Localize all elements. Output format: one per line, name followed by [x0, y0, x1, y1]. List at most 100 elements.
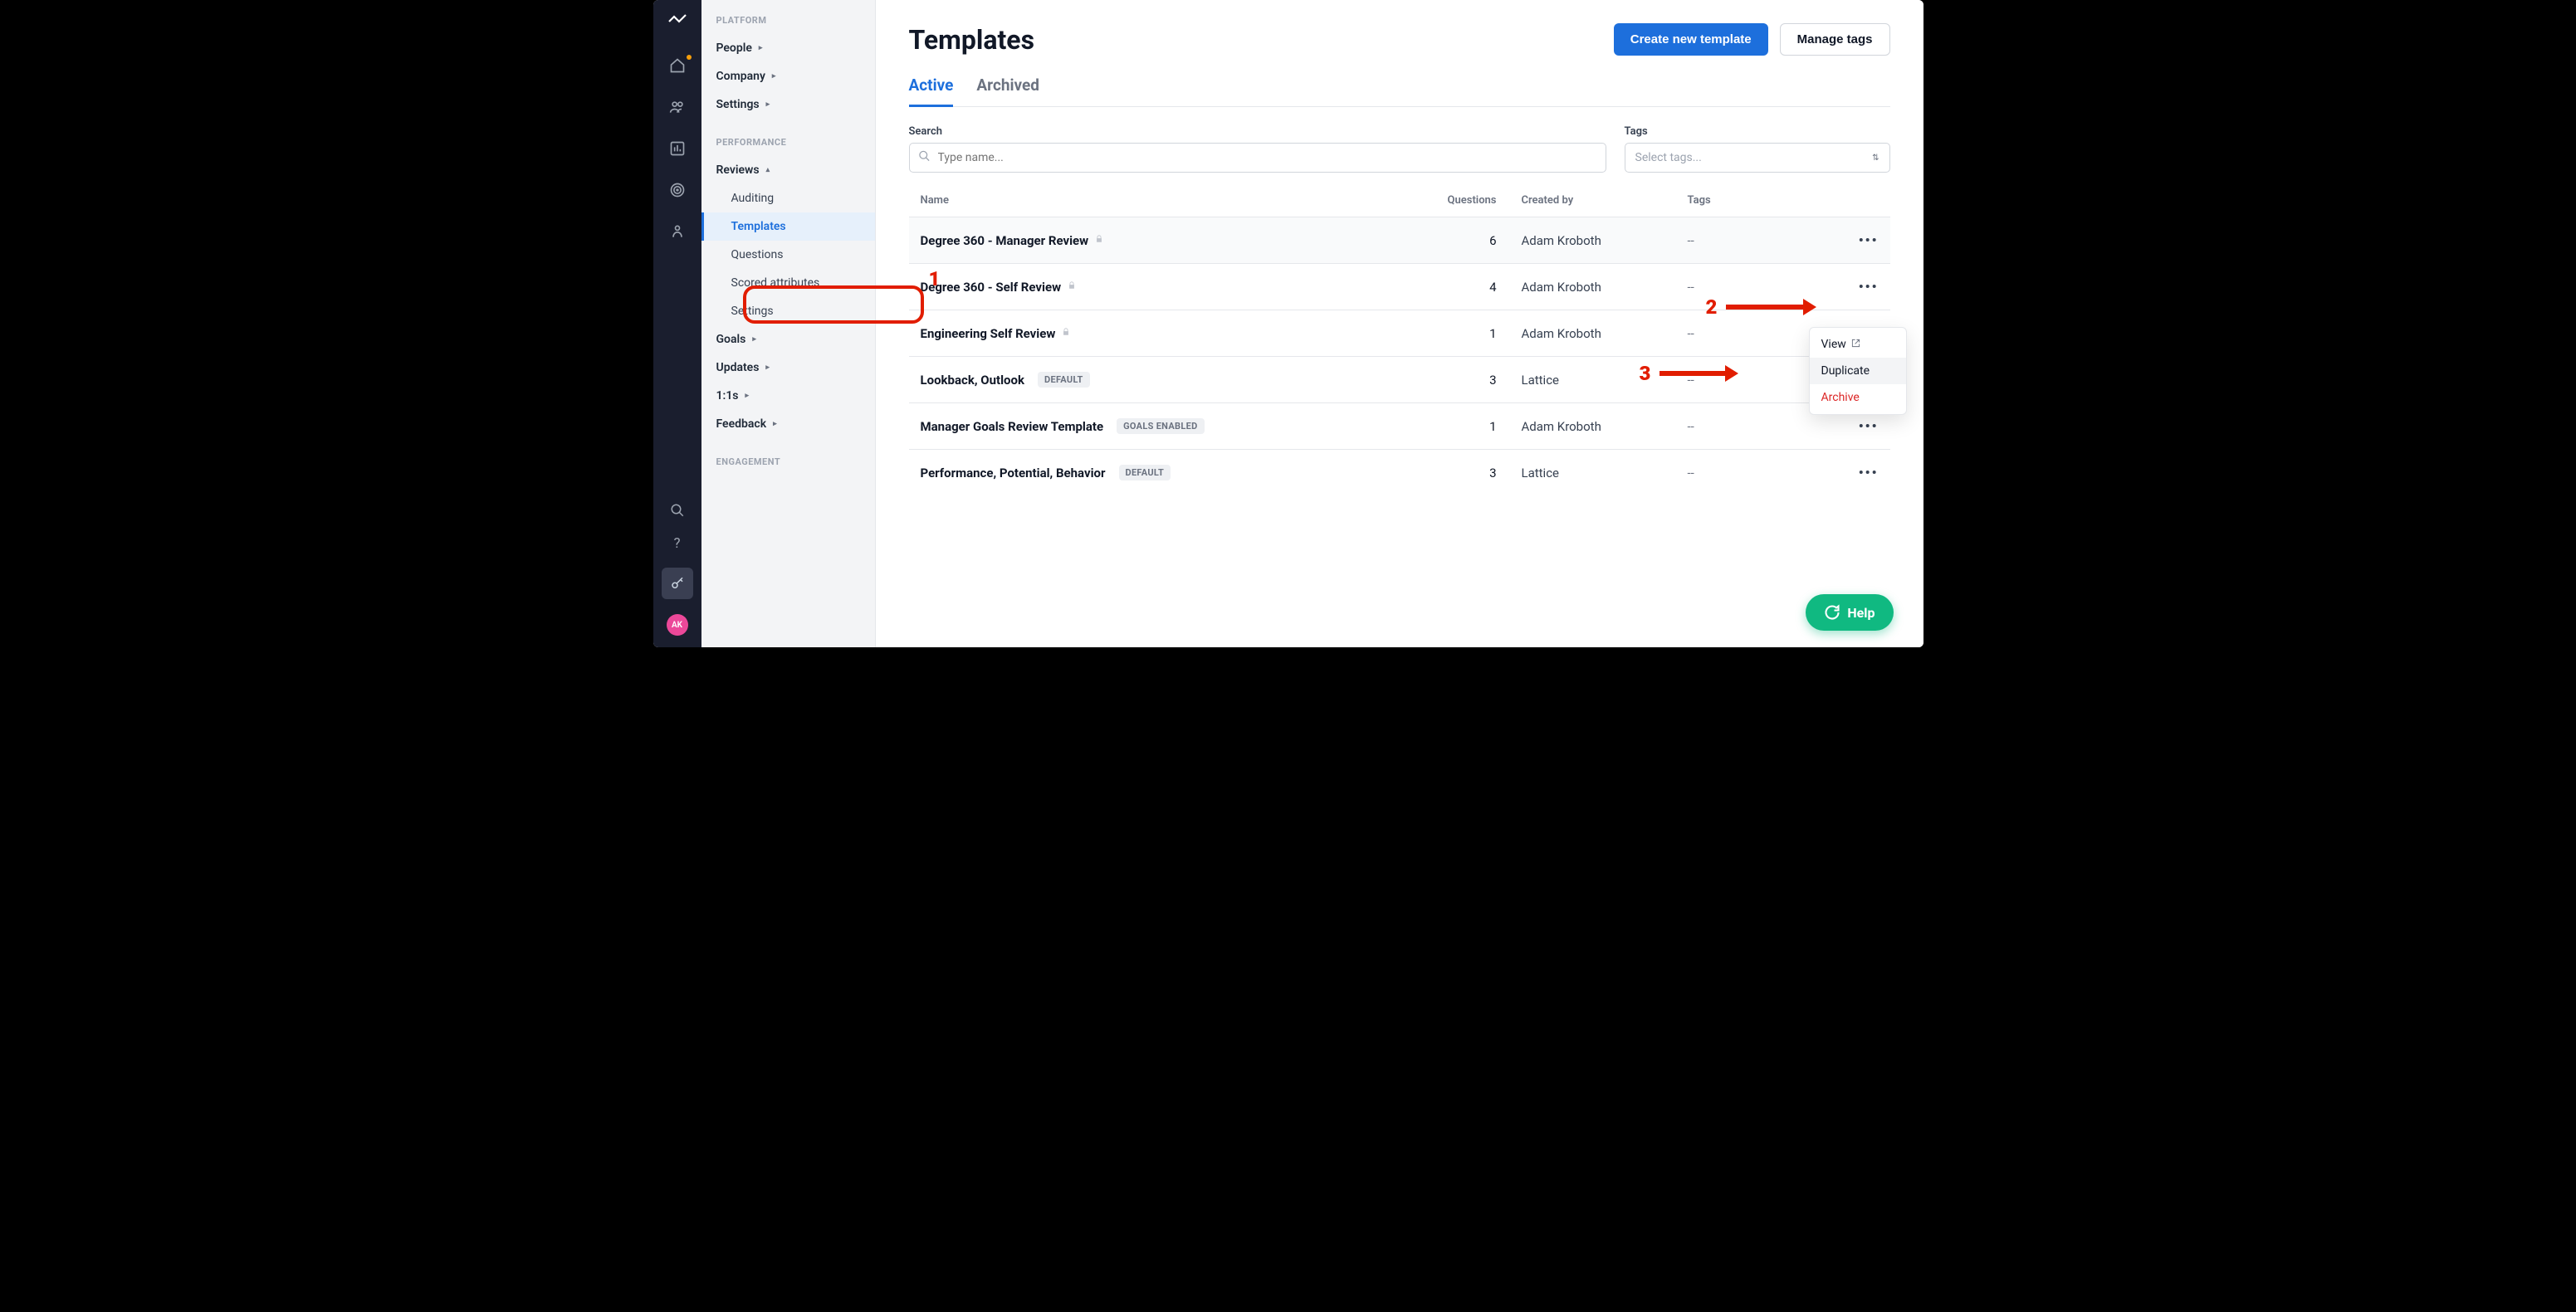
col-questions: Questions — [1422, 194, 1522, 207]
help-label: Help — [1847, 605, 1875, 621]
table-row[interactable]: Manager Goals Review TemplateGOALS ENABL… — [909, 402, 1890, 449]
col-tags: Tags — [1688, 194, 1829, 207]
lock-icon — [1062, 328, 1070, 339]
nav-reviews[interactable]: Reviews▴ — [701, 156, 875, 184]
tags-placeholder: Select tags... — [1635, 151, 1702, 164]
wellness-icon[interactable] — [668, 222, 687, 241]
caret-icon: ▸ — [773, 420, 777, 428]
caret-icon: ▸ — [745, 392, 750, 400]
question-count: 3 — [1422, 373, 1522, 388]
template-name: Lookback, OutlookDEFAULT — [921, 372, 1422, 388]
created-by: Adam Kroboth — [1522, 280, 1688, 295]
question-count: 1 — [1422, 326, 1522, 341]
nav-updates[interactable]: Updates▸ — [701, 354, 875, 382]
tab-archived[interactable]: Archived — [976, 76, 1039, 106]
template-badge: DEFAULT — [1119, 465, 1171, 480]
table-header: Name Questions Created by Tags — [909, 184, 1890, 217]
target-icon[interactable] — [668, 181, 687, 199]
row-more-button[interactable]: ••• — [1829, 232, 1879, 248]
tags-select[interactable]: Select tags... ⇅ — [1625, 143, 1890, 173]
user-avatar[interactable]: AK — [667, 614, 688, 636]
admin-key-icon[interactable] — [662, 568, 693, 599]
col-created-by: Created by — [1522, 194, 1688, 207]
dropdown-view[interactable]: View — [1810, 331, 1906, 358]
page-header: Templates Create new template Manage tag… — [909, 23, 1890, 56]
help-button[interactable]: Help — [1806, 594, 1893, 631]
caret-up-icon: ▴ — [766, 166, 770, 174]
created-by: Adam Kroboth — [1522, 419, 1688, 434]
page-title: Templates — [909, 24, 1035, 56]
section-header-engagement: ENGAGEMENT — [701, 456, 875, 476]
sub-questions[interactable]: Questions — [701, 241, 875, 269]
caret-icon: ▸ — [766, 100, 770, 109]
search-label: Search — [909, 125, 1606, 138]
sub-templates[interactable]: Templates — [701, 212, 875, 241]
table-row[interactable]: Degree 360 - Manager Review6Adam Kroboth… — [909, 217, 1890, 263]
filter-search: Search — [909, 125, 1606, 173]
created-by: Adam Kroboth — [1522, 233, 1688, 248]
nav-goals[interactable]: Goals▸ — [701, 325, 875, 354]
tags-label: Tags — [1625, 125, 1890, 138]
nav-1-1s[interactable]: 1:1s▸ — [701, 382, 875, 410]
help-icon[interactable]: ? — [668, 534, 687, 553]
table-row[interactable]: Degree 360 - Self Review4Adam Kroboth--•… — [909, 263, 1890, 310]
tags-cell: -- — [1688, 280, 1829, 295]
row-more-button[interactable]: ••• — [1829, 418, 1879, 434]
sub-scored-attributes[interactable]: Scored attributes — [701, 269, 875, 297]
nav-company[interactable]: Company▸ — [701, 62, 875, 90]
dropdown-archive[interactable]: Archive — [1810, 384, 1906, 411]
caret-icon: ▸ — [759, 44, 763, 52]
col-name: Name — [921, 194, 1422, 207]
template-badge: GOALS ENABLED — [1117, 418, 1204, 434]
sub-auditing[interactable]: Auditing — [701, 184, 875, 212]
question-count: 1 — [1422, 419, 1522, 434]
created-by: Adam Kroboth — [1522, 326, 1688, 341]
tags-cell: -- — [1688, 419, 1829, 434]
tabs: Active Archived — [909, 76, 1890, 107]
tags-cell: -- — [1688, 233, 1829, 248]
search-input-wrap — [909, 143, 1606, 173]
people-icon[interactable] — [668, 98, 687, 116]
table-row[interactable]: Lookback, OutlookDEFAULT3Lattice--••• — [909, 356, 1890, 402]
manage-tags-button[interactable]: Manage tags — [1780, 23, 1890, 56]
filters: Search Tags Select tags... ⇅ — [909, 125, 1890, 173]
row-more-button[interactable]: ••• — [1829, 279, 1879, 295]
icon-rail: ? AK — [653, 0, 701, 647]
main-content: Templates Create new template Manage tag… — [876, 0, 1923, 647]
dropdown-duplicate[interactable]: Duplicate — [1810, 358, 1906, 384]
tags-cell: -- — [1688, 326, 1829, 341]
row-more-button[interactable]: ••• — [1829, 465, 1879, 480]
logo-icon — [667, 10, 687, 27]
caret-icon: ▸ — [765, 363, 770, 372]
chart-icon[interactable] — [668, 139, 687, 158]
lock-icon — [1068, 281, 1076, 292]
caret-icon: ▸ — [752, 335, 756, 344]
home-icon[interactable] — [668, 56, 687, 75]
table-row[interactable]: Engineering Self Review1Adam Kroboth--••… — [909, 310, 1890, 356]
app-viewport: ? AK PLATFORM People▸ Company▸ Settings▸… — [653, 0, 1923, 647]
tab-active[interactable]: Active — [909, 76, 954, 107]
tags-cell: -- — [1688, 466, 1829, 480]
question-count: 3 — [1422, 466, 1522, 480]
template-name: Engineering Self Review — [921, 326, 1422, 341]
table-row[interactable]: Performance, Potential, BehaviorDEFAULT3… — [909, 449, 1890, 495]
nav-people[interactable]: People▸ — [701, 34, 875, 62]
create-template-button[interactable]: Create new template — [1614, 23, 1768, 56]
question-count: 6 — [1422, 233, 1522, 248]
template-name: Manager Goals Review TemplateGOALS ENABL… — [921, 418, 1422, 434]
tags-cell: -- — [1688, 373, 1829, 388]
created-by: Lattice — [1522, 373, 1688, 388]
external-link-icon — [1851, 339, 1860, 350]
select-caret-icon: ⇅ — [1872, 154, 1879, 163]
templates-table: Name Questions Created by Tags Degree 36… — [909, 184, 1890, 495]
rail-bottom: ? AK — [662, 501, 693, 647]
nav-settings[interactable]: Settings▸ — [701, 90, 875, 119]
header-actions: Create new template Manage tags — [1614, 23, 1890, 56]
sub-settings[interactable]: Settings — [701, 297, 875, 325]
search-input[interactable] — [938, 151, 1596, 164]
template-badge: DEFAULT — [1038, 372, 1090, 388]
created-by: Lattice — [1522, 466, 1688, 480]
nav-feedback[interactable]: Feedback▸ — [701, 410, 875, 438]
search-icon[interactable] — [668, 501, 687, 519]
template-name: Performance, Potential, BehaviorDEFAULT — [921, 465, 1422, 480]
